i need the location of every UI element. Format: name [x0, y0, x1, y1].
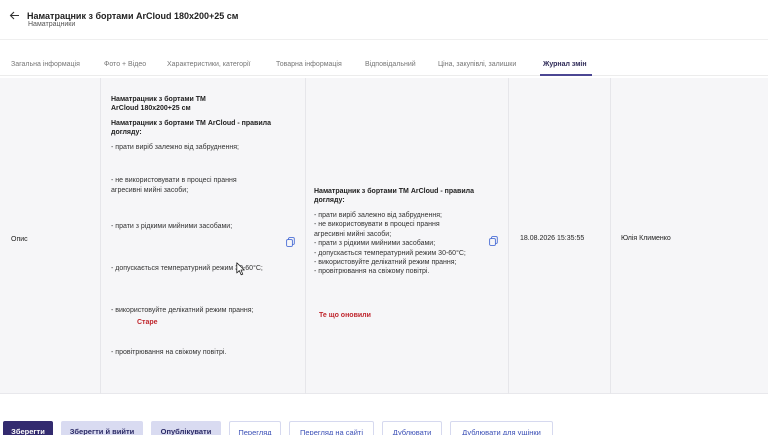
change-user: Юлія Клименко	[621, 235, 671, 242]
preview-on-site-button[interactable]: Перегляд на сайті	[289, 421, 374, 435]
new-line: - використовуйте делікатний режим прання…	[314, 259, 457, 267]
page-subtitle: Наматрацники	[28, 21, 76, 28]
new-line: - прати з рідкими мийними засобами;	[314, 240, 436, 248]
active-tab-indicator	[540, 74, 592, 76]
old-line: - допускається температурний режим 30-60…	[111, 264, 263, 272]
tab-photo-video[interactable]: Фото + Відео	[104, 61, 146, 68]
change-log-row: Опис Наматрацник з бортами ТМ ArCloud 18…	[0, 78, 768, 394]
old-line: - прати з рідкими мийними засобами;	[111, 223, 233, 231]
tab-change-log[interactable]: Журнал змін	[543, 61, 587, 68]
duplicate-button[interactable]: Дублювати	[382, 421, 442, 435]
copy-icon[interactable]	[286, 234, 295, 247]
publish-button[interactable]: Опублікувати	[151, 421, 221, 435]
page-title: Наматрацник з бортами ArCloud 180x200+25…	[27, 11, 239, 21]
tab-characteristics[interactable]: Характеристики, категорії	[167, 61, 250, 68]
column-divider	[610, 78, 611, 394]
column-divider	[100, 78, 101, 394]
old-heading: догляду:	[111, 129, 142, 136]
save-button[interactable]: Зберегти	[3, 421, 53, 435]
change-date: 18.08.2026 15:35:55	[520, 235, 585, 242]
tab-price-stock[interactable]: Ціна, закупівлі, залишки	[438, 61, 516, 68]
old-heading: Наматрацник з бортами ТМ	[111, 96, 206, 103]
mouse-pointer-icon	[236, 262, 246, 276]
field-name: Опис	[11, 236, 28, 243]
tab-bar: Загальна інформація Фото + Відео Характе…	[0, 56, 768, 76]
old-heading: ArCloud 180x200+25 см	[111, 105, 191, 112]
tab-general-info[interactable]: Загальна інформація	[11, 61, 80, 68]
copy-icon[interactable]	[489, 233, 498, 246]
old-line: - не використовувати в процесі прання	[111, 177, 237, 185]
new-line: - прати виріб залежно від забруднення;	[314, 212, 442, 219]
action-bar: Зберегти Зберегти й вийти Опублікувати П…	[0, 414, 768, 435]
duplicate-ukr-button[interactable]: Дублювати для ущінки	[450, 421, 553, 435]
back-arrow-icon[interactable]	[9, 10, 21, 22]
new-line: агресивні мийні засоби;	[314, 230, 392, 238]
old-line: - використовуйте делікатний режим прання…	[111, 307, 254, 315]
new-value-tag: Те що оновили	[319, 312, 371, 319]
new-heading: Наматрацник з бортами ТМ ArCloud - прави…	[314, 188, 474, 195]
old-line: агресивні мийні засоби;	[111, 186, 189, 194]
old-line: - прати виріб залежно від забруднення;	[111, 144, 239, 151]
preview-button[interactable]: Перегляд	[229, 421, 281, 435]
old-heading: Наматрацник з бортами ТМ ArCloud - прави…	[111, 120, 271, 127]
tab-responsible[interactable]: Відповідальний	[365, 61, 416, 68]
column-divider	[305, 78, 306, 394]
new-heading: догляду:	[314, 197, 345, 204]
old-value-tag: Старе	[137, 319, 158, 326]
new-value-cell: Наматрацник з бортами ТМ ArCloud - прави…	[314, 187, 494, 277]
new-line: - не використовувати в процесі прання	[314, 221, 440, 229]
tab-product-info[interactable]: Товарна інформація	[276, 61, 342, 68]
new-line: - провітрювання на свіжому повітрі.	[314, 268, 430, 276]
old-line: - провітрювання на свіжому повітрі.	[111, 349, 227, 357]
new-line: - допускається температурний режим 30-60…	[314, 249, 466, 257]
page-header: Наматрацник з бортами ArCloud 180x200+25…	[0, 0, 768, 40]
column-divider	[508, 78, 509, 394]
save-and-exit-button[interactable]: Зберегти й вийти	[61, 421, 143, 435]
